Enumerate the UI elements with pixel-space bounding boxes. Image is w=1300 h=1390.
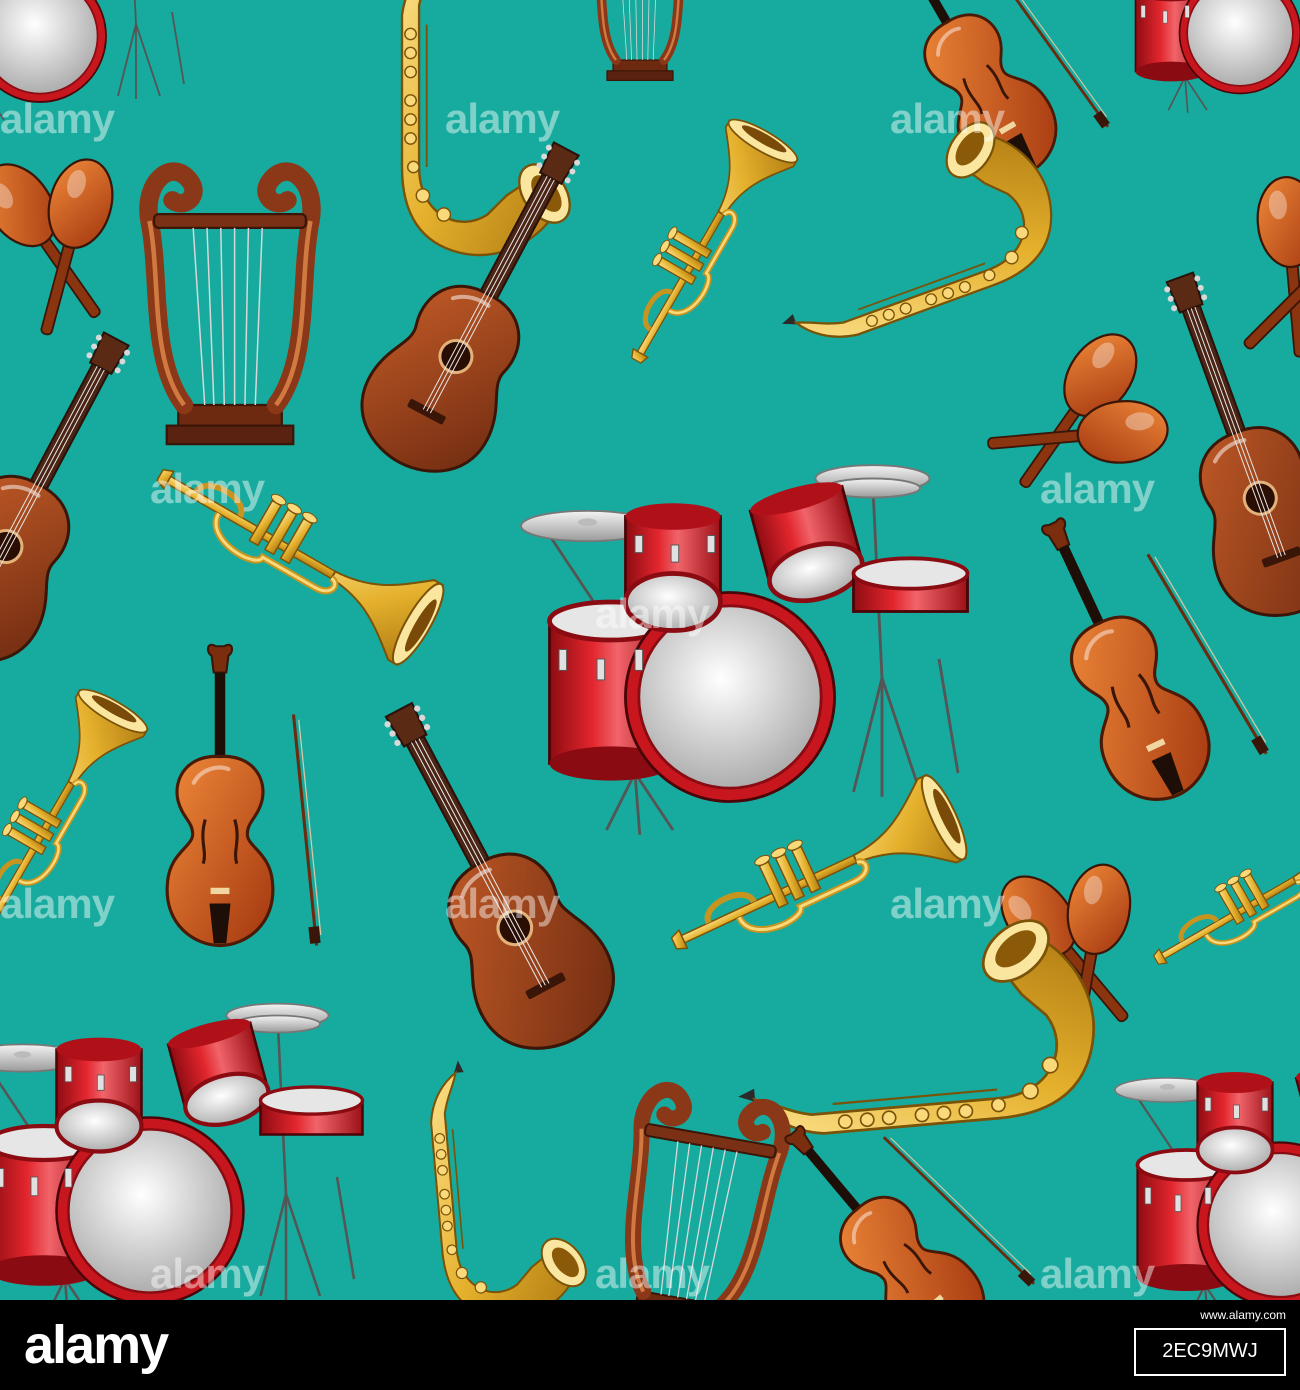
footer-bar: alamy www.alamy.com 2EC9MWJ xyxy=(0,1300,1300,1390)
instrument-pattern: alamy alamy alamy alamy alamy alamy alam… xyxy=(0,0,1300,1300)
pattern-canvas xyxy=(0,0,1300,1300)
footer-logo: alamy xyxy=(24,1315,169,1375)
site-url: www.alamy.com xyxy=(1200,1308,1286,1322)
image-id-badge: www.alamy.com 2EC9MWJ xyxy=(1134,1308,1286,1376)
image-id: 2EC9MWJ xyxy=(1162,1340,1258,1362)
